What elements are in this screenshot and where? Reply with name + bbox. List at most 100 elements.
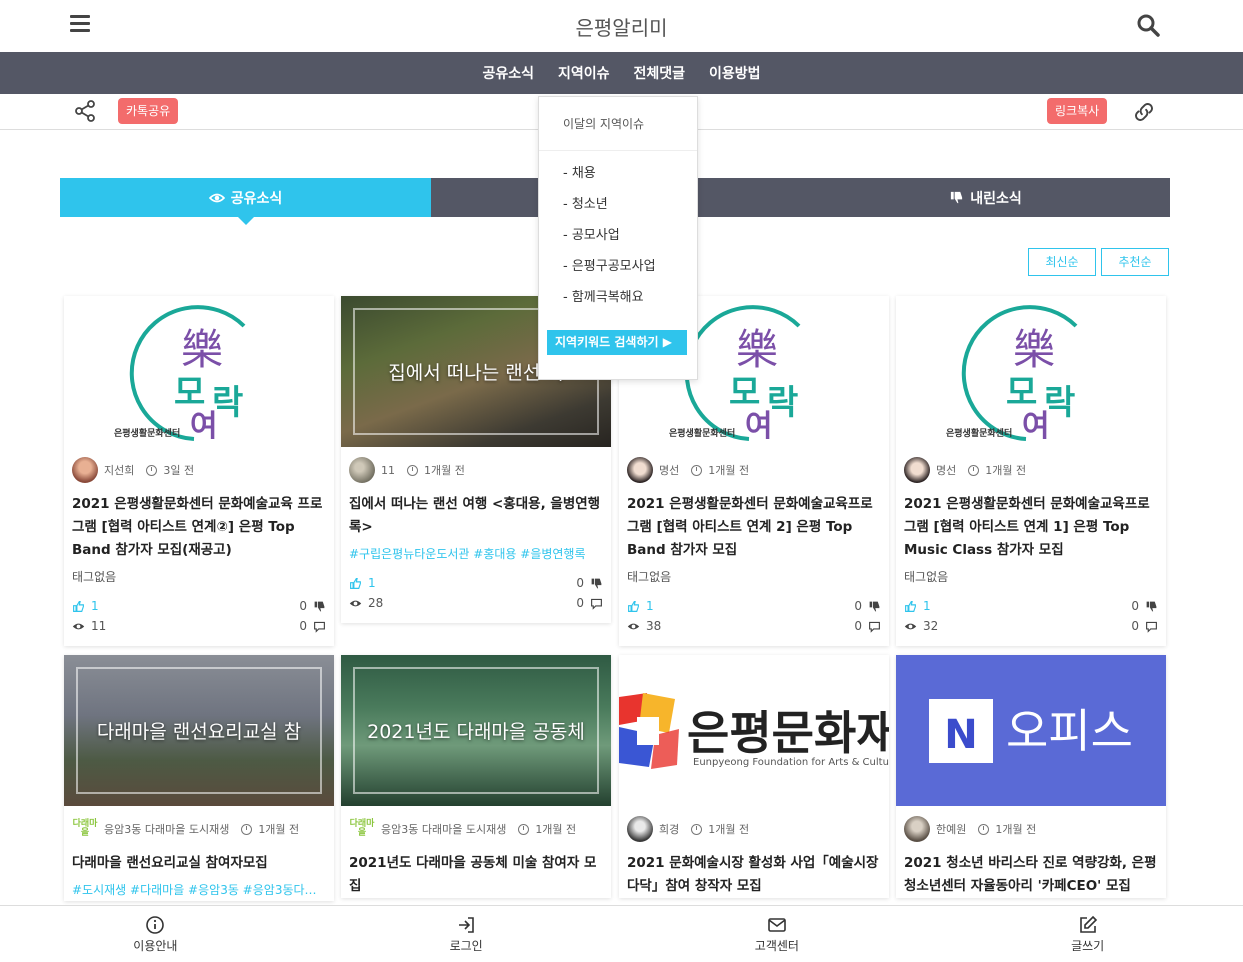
- thumbs-up-icon[interactable]: [627, 600, 640, 613]
- post-card[interactable]: 樂 모 락 여 은평생활문화센터 지선희 3일 전 2021 은평생활문화센터 …: [64, 296, 334, 646]
- post-title[interactable]: 2021 청소년 바리스타 진로 역량강화, 은평청소년센터 자율동아리 '카페…: [904, 852, 1158, 898]
- post-card[interactable]: 은평문화재단 Eunpyeong Foundation for Arts & C…: [619, 655, 889, 898]
- thumbs-up-icon[interactable]: [904, 600, 917, 613]
- post-title[interactable]: 다래마을 랜선요리교실 참여자모집: [72, 852, 326, 875]
- post-stats: 1 0 38 0: [627, 596, 881, 636]
- like-count: 1: [923, 599, 931, 613]
- thumbs-up-icon[interactable]: [72, 600, 85, 613]
- thumbs-down-icon[interactable]: [590, 577, 603, 590]
- sort-recommend-button[interactable]: 추천순: [1101, 248, 1169, 276]
- app-title: 은평알리미: [575, 16, 668, 40]
- nav-all-comments[interactable]: 전체댓글: [634, 63, 686, 83]
- dropdown-item-gu-contest[interactable]: - 은평구공모사업: [539, 256, 697, 287]
- svg-text:모: 모: [729, 373, 760, 413]
- dislike-count: 0: [1131, 599, 1139, 613]
- comment-icon: [869, 621, 880, 633]
- post-meta: 11 1개월 전: [349, 457, 603, 483]
- nav-how-to-use[interactable]: 이용방법: [709, 63, 761, 83]
- bottom-label: 고객센터: [754, 938, 799, 953]
- post-card[interactable]: N 오피스 한예원 1개월 전 2021 청소년 바리스타 진로 역량강화, 은…: [896, 655, 1166, 898]
- svg-text:여: 여: [190, 409, 218, 444]
- keyword-search-button[interactable]: 지역키워드 검색하기 ▶: [547, 330, 687, 355]
- post-tags[interactable]: #도시재생 #다래마을 #응암3동 #응암3동다래마을: [72, 881, 326, 901]
- post-meta: 희경 1개월 전: [627, 816, 881, 842]
- bottom-label: 글쓰기: [1071, 938, 1105, 953]
- svg-text:은평생활문화센터: 은평생활문화센터: [114, 427, 180, 439]
- view-count: 32: [923, 619, 939, 633]
- clock-icon: [241, 823, 253, 835]
- moyeorak-logo: 樂 모 락 여 은평생활문화센터: [64, 296, 334, 447]
- nav-local-issues[interactable]: 지역이슈: [558, 63, 610, 83]
- svg-text:여: 여: [745, 409, 773, 444]
- eye-icon: [208, 193, 225, 202]
- post-card[interactable]: 2021년도 다래마을 공동체 다래마을 응암3동 다래마을 도시재생 1개월 …: [341, 655, 611, 898]
- avatar: [904, 457, 930, 483]
- edit-icon: [1079, 915, 1097, 933]
- author-name: 한예원: [936, 823, 967, 836]
- comment-count: 0: [299, 619, 307, 633]
- daraemaeul-logo: 다래마을: [349, 816, 375, 842]
- comment-icon: [1146, 621, 1157, 633]
- svg-text:樂: 樂: [181, 325, 223, 374]
- post-title[interactable]: 2021 문화예술시장 활성화 사업「예술시장 다닥」참여 창작자 모집: [627, 852, 881, 898]
- bottom-support[interactable]: 고객센터: [622, 906, 933, 962]
- copy-link-button[interactable]: 링크복사: [1047, 98, 1108, 124]
- thumbs-down-icon[interactable]: [868, 600, 881, 613]
- svg-text:은평문화재단: 은평문화재단: [687, 706, 889, 760]
- post-stats: 1 0 11 0: [72, 596, 326, 636]
- bottom-login[interactable]: 로그인: [311, 906, 622, 962]
- dropdown-item-jobs[interactable]: - 채용: [539, 163, 697, 194]
- tab-shared-news[interactable]: 공유소식: [60, 178, 431, 225]
- svg-text:오피스: 오피스: [1006, 704, 1133, 758]
- post-time: 1개월 전: [985, 464, 1027, 477]
- clock-icon: [968, 464, 980, 476]
- info-icon: [146, 915, 165, 934]
- post-title[interactable]: 집에서 떠나는 랜선 여행 <홍대용, 을병연행록>: [349, 493, 603, 539]
- eye-icon: [72, 623, 85, 629]
- share-icon[interactable]: [73, 99, 97, 123]
- search-icon[interactable]: [1136, 13, 1160, 37]
- post-card[interactable]: 다래마을 랜선요리교실 참 다래마을 응암3동 다래마을 도시재생 1개월 전 …: [64, 655, 334, 901]
- bottom-guide[interactable]: 이용안내: [0, 906, 311, 962]
- dropdown-item-overcome[interactable]: - 함께극복해요: [539, 287, 697, 318]
- clock-icon: [978, 823, 990, 835]
- eye-icon: [627, 623, 640, 629]
- sort-latest-button[interactable]: 최신순: [1028, 248, 1096, 276]
- thumbs-down-icon[interactable]: [313, 600, 326, 613]
- dislike-count: 0: [299, 599, 307, 613]
- post-title[interactable]: 2021년도 다래마을 공동체 미술 참여자 모집: [349, 852, 603, 898]
- dropdown-heading: 이달의 지역이슈: [539, 97, 697, 151]
- post-title[interactable]: 2021 은평생활문화센터 문화예술교육프로그램 [협력 아티스트 연계 1] …: [904, 493, 1158, 562]
- post-meta: 지선희 3일 전: [72, 457, 326, 483]
- post-tags[interactable]: #구립은평뉴타운도서관 #홍대용 #을병연행록: [349, 545, 603, 565]
- dropdown-item-youth[interactable]: - 청소년: [539, 194, 697, 225]
- main-nav: 공유소식 지역이슈 전체댓글 이용방법: [0, 52, 1243, 94]
- dropdown-item-contest[interactable]: - 공모사업: [539, 225, 697, 256]
- dislike-count: 0: [576, 576, 584, 590]
- avatar: [72, 457, 98, 483]
- tab-label: 공유소식: [230, 190, 283, 207]
- comment-count: 0: [854, 619, 862, 633]
- nav-shared-news[interactable]: 공유소식: [482, 63, 534, 83]
- clock-icon: [146, 464, 158, 476]
- like-count: 1: [91, 599, 99, 613]
- view-count: 11: [91, 619, 107, 633]
- thumbs-down-icon[interactable]: [1145, 600, 1158, 613]
- tab-downvoted-news[interactable]: 내린소식: [801, 178, 1170, 217]
- post-tags: 태그없음: [904, 570, 949, 584]
- bottom-write[interactable]: 글쓰기: [932, 906, 1243, 962]
- comment-count: 0: [1131, 619, 1139, 633]
- author-name: 명선: [936, 464, 957, 477]
- post-thumbnail: 다래마을 랜선요리교실 참: [64, 655, 334, 806]
- svg-text:은평생활문화센터: 은평생활문화센터: [946, 427, 1012, 439]
- post-title[interactable]: 2021 은평생활문화센터 문화예술교육프로그램 [협력 아티스트 연계 2] …: [627, 493, 881, 562]
- post-card[interactable]: 樂 모 락 여 은평생활문화센터 명선 1개월 전 2021 은평생활문화센터 …: [896, 296, 1166, 646]
- kakao-share-button[interactable]: 카톡공유: [118, 98, 179, 124]
- naver-office-logo: N 오피스: [896, 655, 1166, 806]
- author-name: 11: [381, 463, 395, 477]
- post-meta: 다래마을 응암3동 다래마을 도시재생 1개월 전: [72, 816, 326, 842]
- link-icon[interactable]: [1131, 99, 1157, 125]
- thumbs-up-icon[interactable]: [349, 577, 362, 590]
- post-title[interactable]: 2021 은평생활문화센터 문화예술교육 프로그램 [협력 아티스트 연계②] …: [72, 493, 326, 562]
- post-time: 3일 전: [163, 464, 195, 477]
